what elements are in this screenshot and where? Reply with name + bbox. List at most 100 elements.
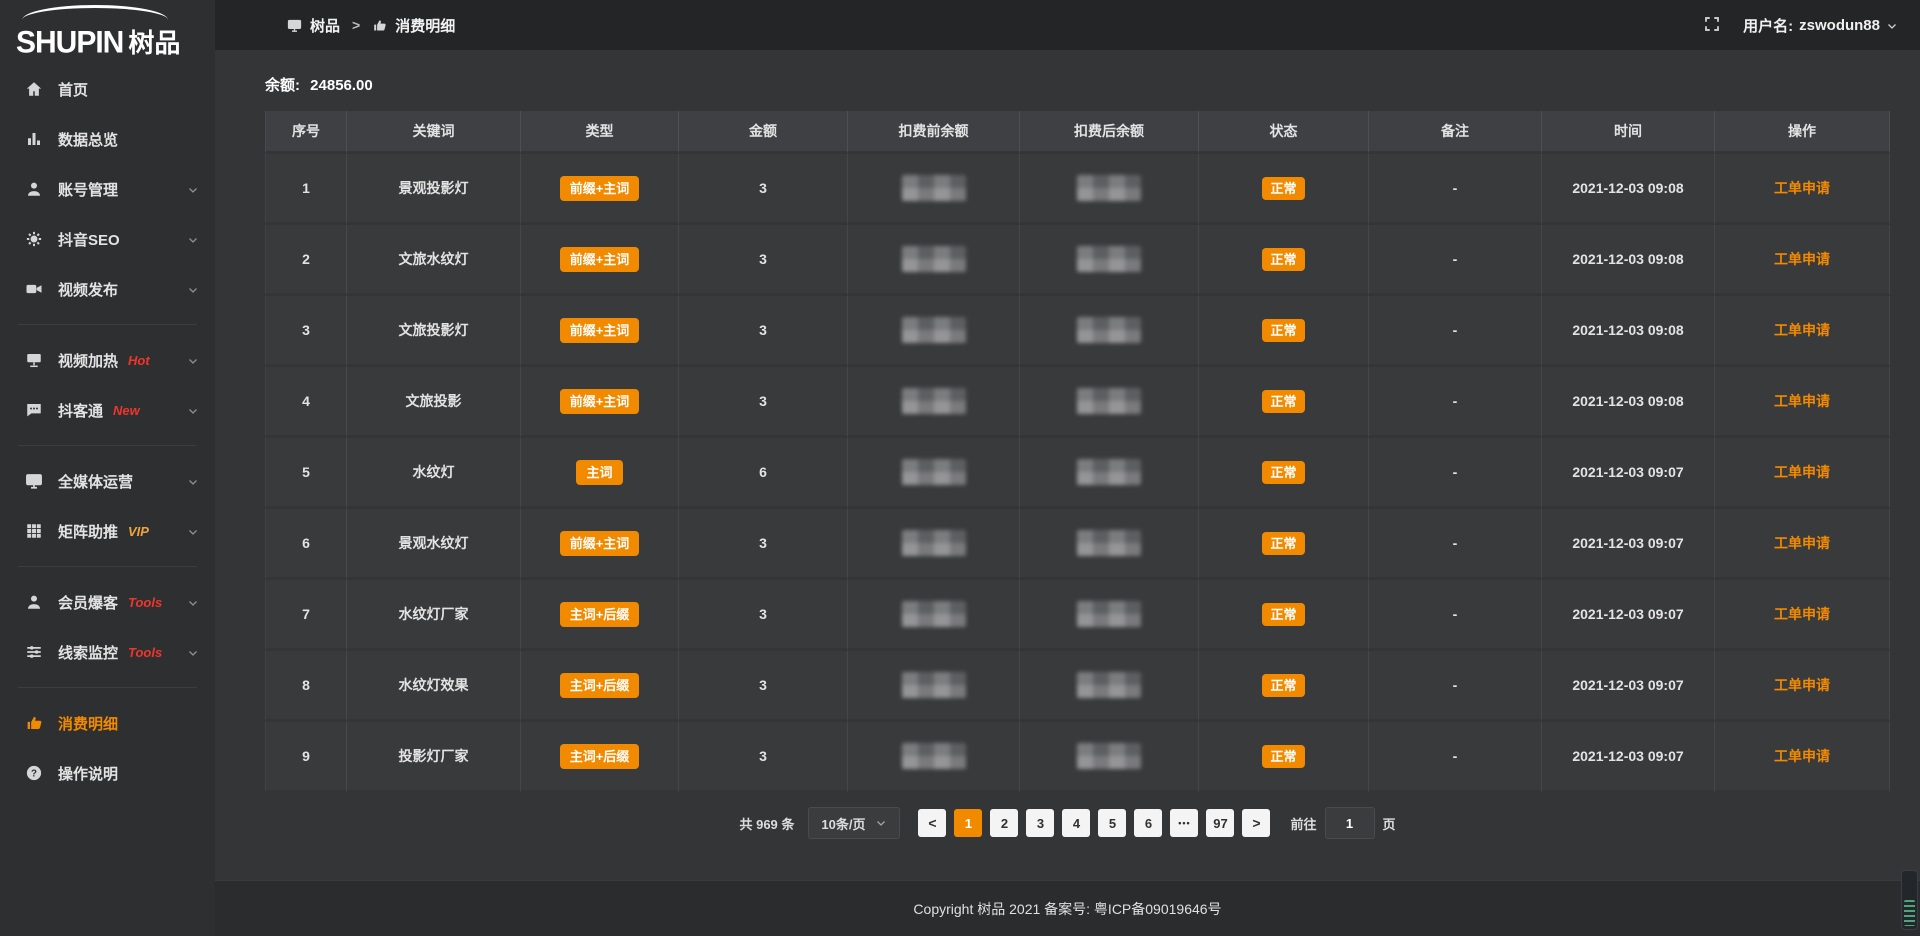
- masked-value: [902, 601, 966, 627]
- sidebar-item-数据总览[interactable]: 数据总览: [0, 114, 215, 164]
- sidebar-item-首页[interactable]: 首页: [0, 64, 215, 114]
- breadcrumb-item-home[interactable]: 树品: [287, 15, 340, 36]
- table-row: 2文旅水纹灯前缀+主词3正常-2021-12-03 09:08工单申请: [265, 225, 1890, 296]
- cell-time: 2021-12-03 09:08: [1542, 367, 1715, 438]
- column-header-操作: 操作: [1715, 111, 1890, 154]
- cell-status: 正常: [1199, 438, 1369, 509]
- table-row: 4文旅投影前缀+主词3正常-2021-12-03 09:08工单申请: [265, 367, 1890, 438]
- cell-amount: 3: [679, 367, 848, 438]
- screen-icon: [287, 18, 302, 33]
- page-button-2[interactable]: 2: [990, 809, 1018, 837]
- chevron-down-icon: [187, 596, 199, 608]
- sidebar-item-操作说明[interactable]: ?操作说明: [0, 748, 215, 798]
- status-badge: 正常: [1262, 745, 1304, 768]
- cell-keyword: 水纹灯效果: [347, 651, 521, 722]
- cell-amount: 6: [679, 438, 848, 509]
- cell-keyword: 水纹灯厂家: [347, 580, 521, 651]
- cell-action: 工单申请: [1715, 296, 1890, 367]
- cell-type: 前缀+主词: [521, 367, 679, 438]
- sidebar-item-label: 线索监控: [58, 642, 118, 663]
- work-order-link[interactable]: 工单申请: [1774, 393, 1830, 409]
- work-order-link[interactable]: 工单申请: [1774, 251, 1830, 267]
- goto-page: 前往页: [1290, 807, 1395, 839]
- sidebar-nav: 首页数据总览账号管理抖音SEO视频发布视频加热Hot抖客通New全媒体运营矩阵助…: [0, 64, 215, 798]
- app-logo[interactable]: SHUPIN 树品: [0, 0, 215, 64]
- sidebar-item-会员爆客[interactable]: 会员爆客Tools: [0, 577, 215, 627]
- cell-amount: 3: [679, 154, 848, 225]
- page-button-5[interactable]: 5: [1098, 809, 1126, 837]
- table-row: 7水纹灯厂家主词+后缀3正常-2021-12-03 09:07工单申请: [265, 580, 1890, 651]
- user-menu[interactable]: 用户名: zswodun88: [1743, 15, 1898, 36]
- bar-chart-icon: [24, 129, 44, 149]
- cell-time: 2021-12-03 09:08: [1542, 225, 1715, 296]
- work-order-link[interactable]: 工单申请: [1774, 535, 1830, 551]
- prev-page-button[interactable]: <: [918, 809, 946, 837]
- sidebar-badge-Tools: Tools: [128, 645, 162, 660]
- sidebar-item-线索监控[interactable]: 线索监控 Tools: [0, 627, 215, 677]
- cell-type: 主词: [521, 438, 679, 509]
- work-order-link[interactable]: 工单申请: [1774, 748, 1830, 764]
- cell-status: 正常: [1199, 154, 1369, 225]
- work-order-link[interactable]: 工单申请: [1774, 606, 1830, 622]
- sidebar-item-抖客通[interactable]: 抖客通New: [0, 385, 215, 435]
- page-button-4[interactable]: 4: [1062, 809, 1090, 837]
- column-header-金额: 金额: [679, 111, 848, 154]
- cell-keyword: 景观水纹灯: [347, 509, 521, 580]
- sidebar-item-视频加热[interactable]: 视频加热Hot: [0, 335, 215, 385]
- masked-value: [902, 672, 966, 698]
- copyright-text: Copyright 树品 2021 备案号: 粤ICP备09019646号: [913, 899, 1221, 919]
- user-icon: [24, 592, 44, 612]
- sidebar-item-账号管理[interactable]: 账号管理: [0, 164, 215, 214]
- masked-value: [902, 317, 966, 343]
- sidebar-item-label: 账号管理: [58, 179, 118, 200]
- sidebar-item-矩阵助推[interactable]: 矩阵助推VIP: [0, 506, 215, 556]
- type-badge: 主词+后缀: [560, 602, 640, 627]
- cell-status: 正常: [1199, 225, 1369, 296]
- cell-keyword: 文旅水纹灯: [347, 225, 521, 296]
- page-button-97[interactable]: 97: [1206, 809, 1234, 837]
- chevron-down-icon: [187, 283, 199, 295]
- sidebar-item-消费明细[interactable]: 消费明细: [0, 698, 215, 748]
- work-order-link[interactable]: 工单申请: [1774, 322, 1830, 338]
- masked-value: [1077, 459, 1141, 485]
- video-icon: [24, 279, 44, 299]
- chevron-down-icon: [187, 354, 199, 366]
- chevron-down-icon: [187, 646, 199, 658]
- masked-value: [902, 388, 966, 414]
- fullscreen-icon[interactable]: [1703, 15, 1723, 35]
- cell-index: 3: [265, 296, 347, 367]
- sidebar-badge-Tools: Tools: [128, 595, 162, 610]
- cell-balance-before: [848, 225, 1020, 296]
- work-order-link[interactable]: 工单申请: [1774, 180, 1830, 196]
- sidebar-item-视频发布[interactable]: 视频发布: [0, 264, 215, 314]
- cell-time: 2021-12-03 09:07: [1542, 438, 1715, 509]
- page-button-3[interactable]: 3: [1026, 809, 1054, 837]
- pagination: 共 969 条10条/页<123456•••97>前往页: [215, 807, 1920, 839]
- breadcrumb-item-current[interactable]: 消费明细: [372, 15, 455, 36]
- page-button-1[interactable]: 1: [954, 809, 982, 837]
- cell-action: 工单申请: [1715, 154, 1890, 225]
- cell-time: 2021-12-03 09:08: [1542, 296, 1715, 367]
- page-size-select[interactable]: 10条/页: [808, 807, 900, 839]
- sidebar-item-label: 矩阵助推: [58, 521, 118, 542]
- work-order-link[interactable]: 工单申请: [1774, 677, 1830, 693]
- type-badge: 主词: [576, 460, 622, 485]
- cell-status: 正常: [1199, 651, 1369, 722]
- sidebar-divider: [18, 445, 197, 446]
- chevron-down-icon: [875, 817, 887, 829]
- more-pages-button[interactable]: •••: [1170, 809, 1198, 837]
- table-wrap: 序号关键词类型金额扣费前余额扣费后余额状态备注时间操作 1景观投影灯前缀+主词3…: [265, 111, 1890, 793]
- work-order-link[interactable]: 工单申请: [1774, 464, 1830, 480]
- goto-page-input[interactable]: [1325, 807, 1375, 839]
- cell-balance-after: [1020, 296, 1199, 367]
- widget-stripes-icon: [1904, 900, 1915, 926]
- floating-widget[interactable]: [1901, 870, 1918, 930]
- cell-action: 工单申请: [1715, 509, 1890, 580]
- type-badge: 主词+后缀: [560, 744, 640, 769]
- sidebar-item-抖音SEO[interactable]: 抖音SEO: [0, 214, 215, 264]
- cell-remark: -: [1369, 722, 1542, 793]
- masked-value: [902, 246, 966, 272]
- sidebar-item-全媒体运营[interactable]: 全媒体运营: [0, 456, 215, 506]
- next-page-button[interactable]: >: [1242, 809, 1270, 837]
- page-button-6[interactable]: 6: [1134, 809, 1162, 837]
